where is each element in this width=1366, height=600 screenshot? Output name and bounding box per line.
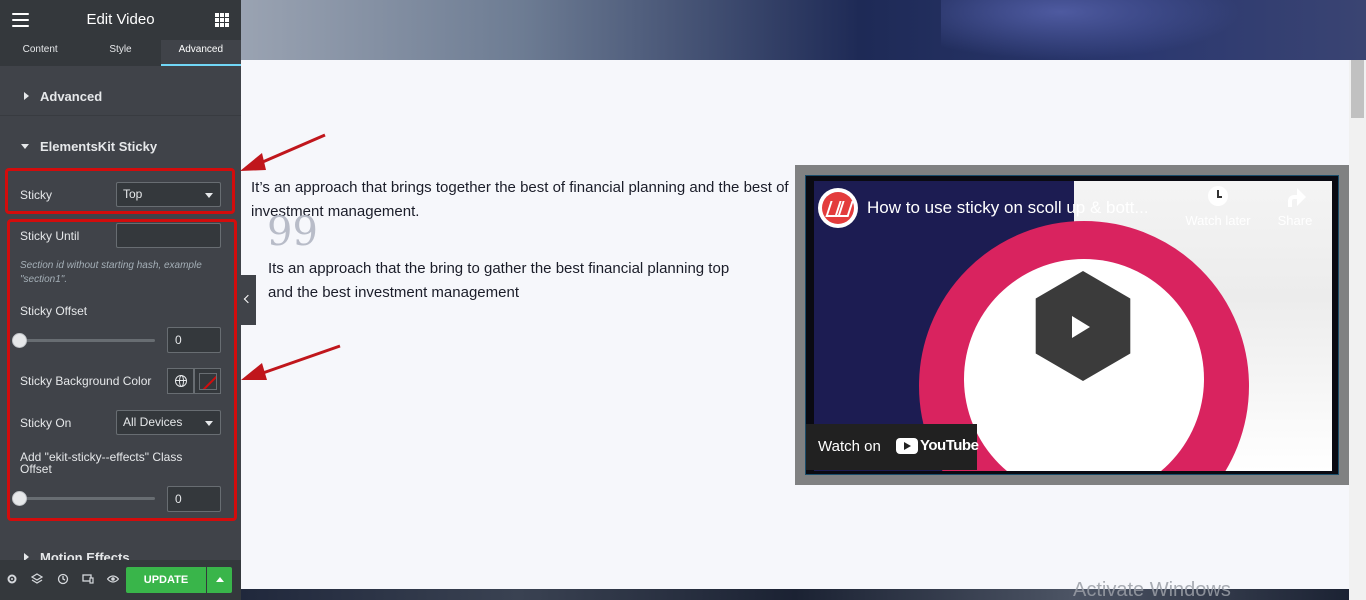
share-button[interactable]: Share [1270,186,1320,228]
responsive-icon[interactable] [82,573,94,585]
panel-title: Edit Video [86,11,155,28]
watch-later-button[interactable]: Watch later [1178,186,1258,228]
youtube-wordmark: YouTube [920,437,979,454]
channel-avatar[interactable] [818,188,858,228]
widgets-grid-icon[interactable] [215,13,229,27]
editor-panel: Edit Video Content Style Advanced Advanc… [0,0,241,600]
watch-later-label: Watch later [1185,213,1251,228]
clock-icon [1208,186,1228,206]
watch-on-label: Watch on [818,438,881,455]
gear-icon[interactable] [6,573,18,585]
panel-tabs: Content Style Advanced [0,40,241,66]
sticky-highlight-box [5,168,235,214]
youtube-embed[interactable]: How to use sticky on scoll up & bott... … [805,175,1339,475]
eye-icon[interactable] [107,573,119,585]
activate-windows-watermark: Activate Windows [1073,579,1231,600]
watch-on-youtube-button[interactable]: Watch on YouTube [806,424,979,470]
sticky-options-highlight-box [7,219,237,521]
youtube-icon [896,438,918,454]
page-scrollbar[interactable] [1349,60,1366,600]
caret-right-icon [24,92,29,100]
quote-paragraph: Its an approach that the bring to gather… [268,260,730,301]
update-button[interactable]: UPDATE [126,567,206,593]
section-advanced[interactable]: Advanced [0,76,241,116]
section-elementskit-sticky[interactable]: ElementsKit Sticky [0,126,241,166]
tab-advanced[interactable]: Advanced [160,40,241,66]
arrow-to-options-icon [241,344,341,380]
hero-background-image [241,0,1366,60]
section-sticky-label: ElementsKit Sticky [40,139,158,154]
play-icon[interactable] [1044,294,1114,359]
quote-icon: 99 [267,209,318,255]
share-icon [1285,186,1306,207]
scrollbar-thumb[interactable] [1351,60,1364,118]
update-options-button[interactable] [207,567,232,593]
collapse-panel-button[interactable] [241,275,256,325]
history-icon[interactable] [57,573,69,585]
tab-style[interactable]: Style [80,40,160,66]
intro-paragraph: It’s an approach that brings together th… [251,179,789,220]
tab-content[interactable]: Content [0,40,80,66]
caret-down-icon [21,144,29,149]
arrow-to-sticky-icon [240,133,326,171]
layers-icon[interactable] [31,573,43,585]
video-title[interactable]: How to use sticky on scoll up & bott... [867,198,1149,218]
panel-header: Edit Video [0,0,241,40]
section-advanced-label: Advanced [40,89,103,104]
share-label: Share [1277,213,1313,228]
